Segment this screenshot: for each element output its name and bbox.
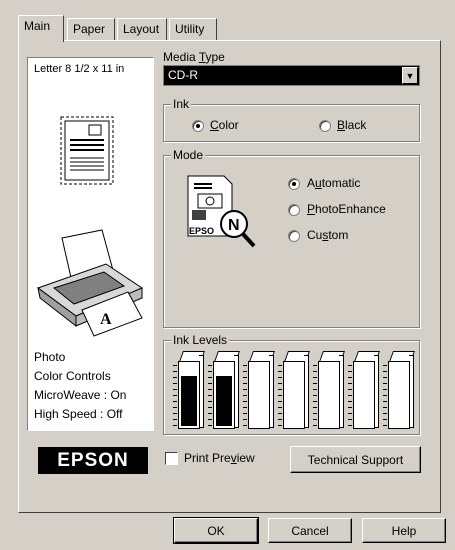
technical-support-button[interactable]: Technical Support (290, 446, 421, 473)
document-icon (60, 116, 114, 185)
ink-black-radio[interactable] (319, 120, 331, 132)
ink-level-fill (181, 376, 197, 426)
print-preview-checkbox[interactable] (165, 452, 178, 465)
mode-automatic-label[interactable]: Automatic (307, 176, 360, 190)
tab-layout[interactable]: Layout (117, 18, 167, 40)
epson-logo: EPSON (38, 447, 148, 474)
ink-group: Ink Color Black (163, 97, 420, 142)
tab-main-label: Main (24, 19, 51, 33)
mode-icon-text: EPSO (189, 226, 214, 236)
media-type-label: Media Type (163, 50, 225, 64)
mode-automatic-radio[interactable] (288, 178, 300, 190)
tab-utility-label: Utility (175, 22, 205, 36)
summary-microweave: MicroWeave : On (34, 388, 127, 402)
tab-utility[interactable]: Utility (169, 18, 217, 40)
summary-highspeed: High Speed : Off (34, 407, 123, 421)
ink-cartridge (383, 351, 416, 431)
tab-paper-label: Paper (73, 22, 106, 36)
ink-levels-label: Ink Levels (171, 333, 230, 347)
mode-photoenhance-label[interactable]: PhotoEnhance (307, 202, 386, 216)
ink-group-label: Ink (171, 97, 192, 111)
ink-cartridge (173, 351, 206, 431)
tab-paper[interactable]: Paper (67, 18, 115, 40)
ink-color-label[interactable]: Color (210, 118, 239, 132)
media-type-value: CD-R (168, 68, 198, 82)
help-button[interactable]: Help (362, 518, 446, 543)
media-type-select[interactable]: CD-R ▼ (163, 65, 420, 86)
dropdown-arrow-icon[interactable]: ▼ (402, 67, 418, 84)
ink-levels-group: Ink Levels (163, 333, 420, 435)
ink-cartridge (243, 351, 276, 431)
print-preview-label[interactable]: Print Preview (184, 451, 255, 465)
tab-main[interactable]: Main (18, 15, 64, 42)
summary-quality: Photo (34, 350, 66, 364)
ok-button[interactable]: OK (174, 518, 258, 543)
ink-cartridge (348, 351, 381, 431)
mode-photoenhance-radio[interactable] (288, 204, 300, 216)
printer-paper-letter: A (100, 311, 112, 328)
print-preview-pane: Letter 8 1/2 x 11 in A Photo Color Contr… (27, 57, 154, 431)
paper-size-text: Letter 8 1/2 x 11 in (34, 63, 125, 75)
mode-icon-badge: N (228, 217, 240, 234)
ink-color-radio[interactable] (192, 120, 204, 132)
ink-cartridge (278, 351, 311, 431)
mode-custom-label[interactable]: Custom (307, 228, 348, 242)
ink-black-label[interactable]: Black (337, 118, 366, 132)
mode-group-label: Mode (171, 148, 206, 162)
cancel-button[interactable]: Cancel (268, 518, 352, 543)
mode-custom-radio[interactable] (288, 230, 300, 242)
ink-cartridge (313, 351, 346, 431)
summary-color: Color Controls (34, 369, 111, 383)
tab-layout-label: Layout (123, 22, 160, 36)
ink-level-fill (216, 376, 232, 426)
settings-summary: Photo Color Controls MicroWeave : On Hig… (34, 348, 126, 424)
automatic-mode-icon: EPSO N (187, 175, 256, 248)
ink-cartridge (208, 351, 241, 431)
mode-group: Mode EPSO N Automatic PhotoEnhance Custo… (163, 148, 420, 328)
printer-icon: A (36, 229, 144, 337)
